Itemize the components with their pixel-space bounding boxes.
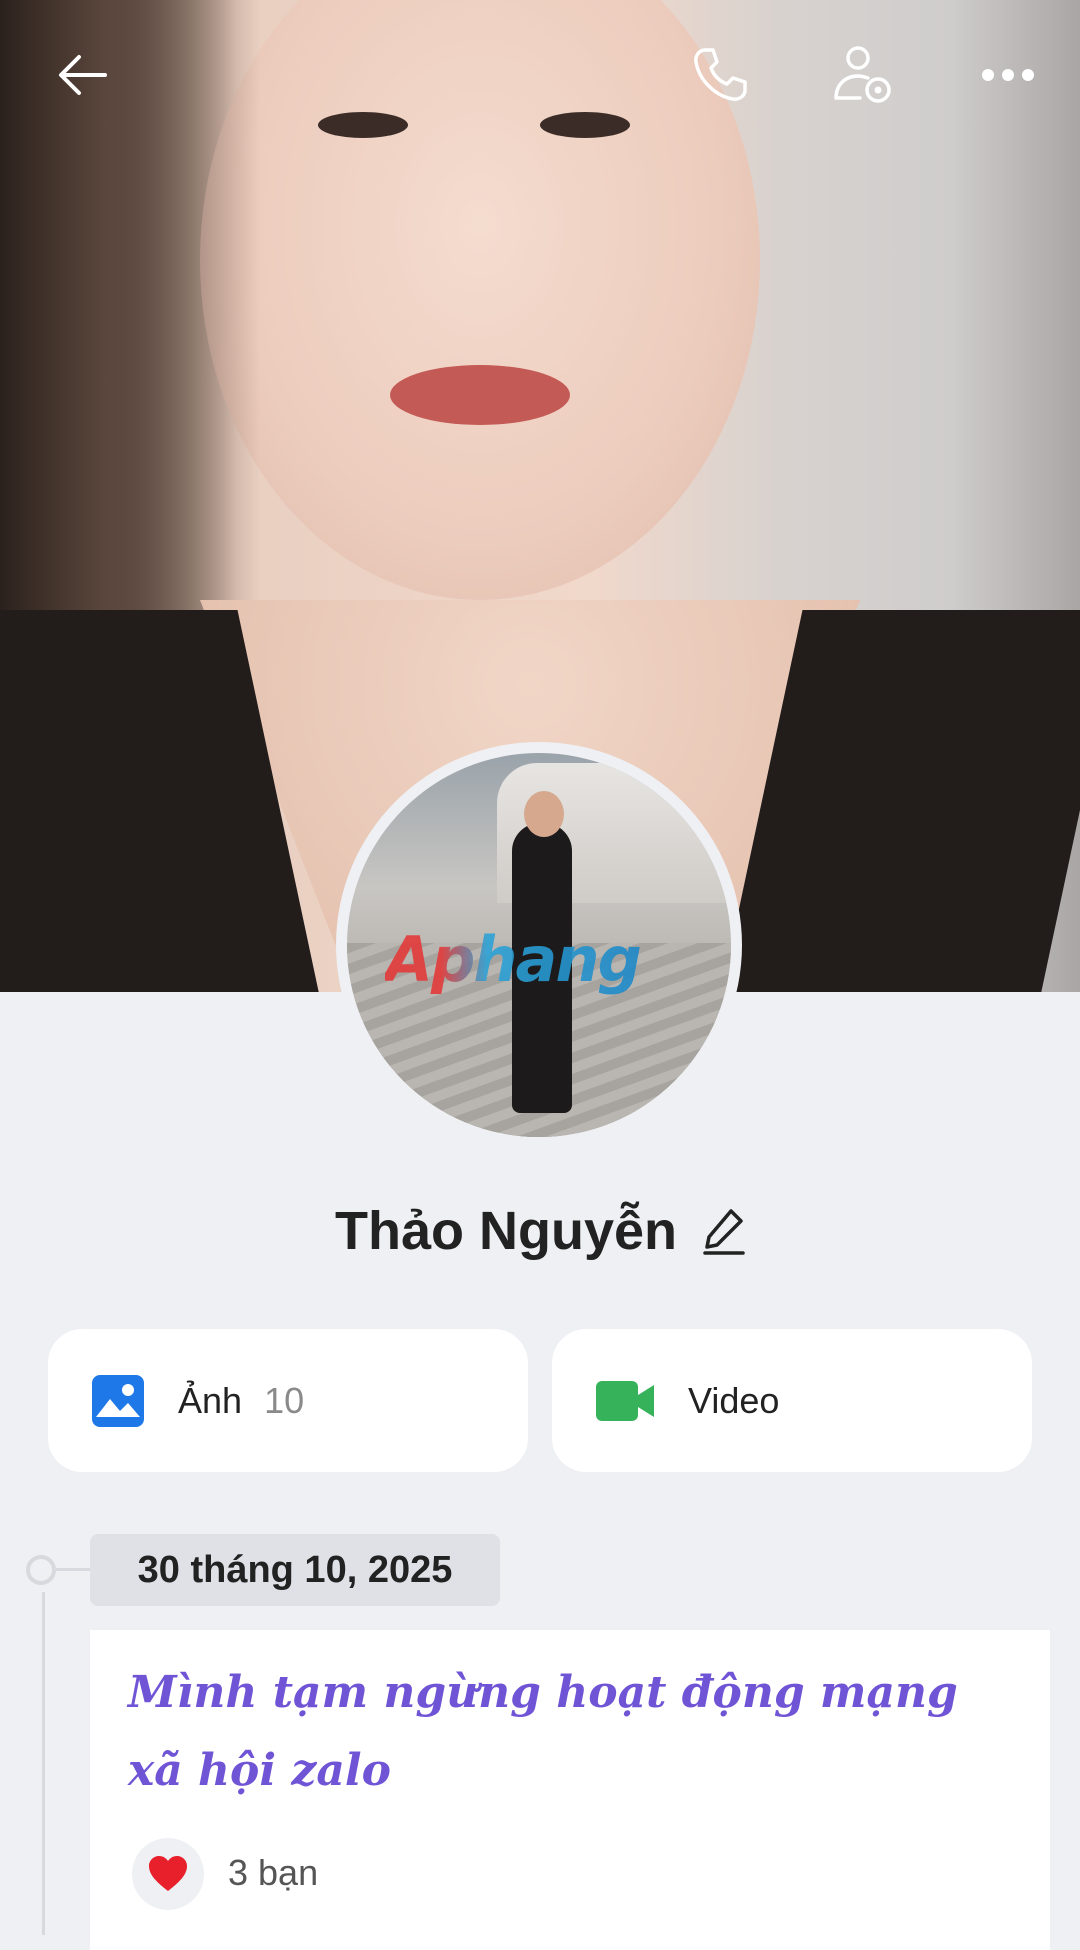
phone-icon	[694, 48, 747, 101]
back-arrow-icon	[59, 55, 107, 95]
photos-tile[interactable]: Ảnh 10	[48, 1329, 528, 1472]
avatar[interactable]: Aphang	[336, 742, 742, 1148]
timeline-date: 30 tháng 10, 2025	[90, 1534, 500, 1606]
more-icon	[982, 69, 1034, 81]
heart-icon	[149, 1856, 187, 1891]
pencil-icon	[703, 1209, 745, 1255]
cover-lips	[390, 365, 570, 425]
video-camera-icon	[594, 1377, 656, 1425]
profile-settings-button[interactable]	[828, 40, 898, 110]
cover-eye-left	[318, 112, 408, 138]
cover-eye-right	[540, 112, 630, 138]
videos-tile[interactable]: Video	[552, 1329, 1032, 1472]
user-settings-icon	[834, 46, 891, 103]
avatar-person-head	[524, 791, 564, 837]
back-button[interactable]	[48, 40, 118, 110]
cover-face	[200, 0, 760, 600]
photos-label: Ảnh	[178, 1379, 243, 1421]
timeline-connector	[56, 1568, 90, 1571]
more-options-button[interactable]	[973, 40, 1043, 110]
post-text: Mình tạm ngừng hoạt động mạng xã hội zal…	[128, 1667, 958, 1796]
profile-name-row: Thảo Nguyễn	[0, 1196, 1080, 1266]
reaction-button[interactable]	[132, 1838, 204, 1910]
profile-name: Thảo Nguyễn	[334, 1201, 677, 1261]
video-label: Video	[688, 1379, 780, 1421]
timeline-line	[42, 1592, 45, 1935]
call-button[interactable]	[685, 40, 755, 110]
avatar-watermark: Aphang	[385, 923, 642, 996]
reaction-count[interactable]: 3 bạn	[228, 1852, 318, 1894]
timeline-post[interactable]: Mình tạm ngừng hoạt động mạng xã hội zal…	[90, 1630, 1050, 1950]
photos-count: 10	[264, 1379, 305, 1421]
edit-name-button[interactable]	[703, 1207, 745, 1255]
timeline-dot	[26, 1555, 56, 1585]
avatar-photo: Aphang	[347, 753, 731, 1137]
image-icon	[90, 1373, 146, 1429]
